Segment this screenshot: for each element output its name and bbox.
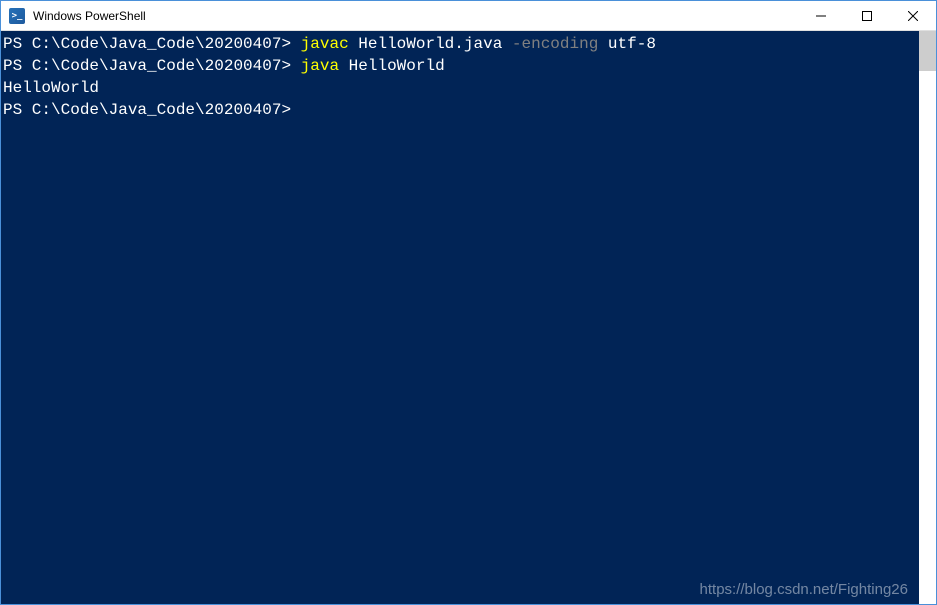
scrollbar[interactable]	[919, 31, 936, 604]
command-segment: HelloWorld.java	[358, 35, 512, 53]
maximize-button[interactable]	[844, 1, 890, 31]
window-controls	[798, 1, 936, 31]
prompt-text: PS C:\Code\Java_Code\20200407>	[3, 57, 301, 75]
command-segment: java	[301, 57, 349, 75]
command-segment: utf-8	[608, 35, 656, 53]
terminal-line: HelloWorld	[3, 77, 919, 99]
scrollbar-thumb[interactable]	[919, 31, 936, 71]
terminal-line: PS C:\Code\Java_Code\20200407>	[3, 99, 919, 121]
minimize-button[interactable]	[798, 1, 844, 31]
close-button[interactable]	[890, 1, 936, 31]
command-segment: -encoding	[512, 35, 608, 53]
prompt-text: PS C:\Code\Java_Code\20200407>	[3, 101, 301, 119]
close-icon	[908, 11, 918, 21]
terminal-line: PS C:\Code\Java_Code\20200407> javac Hel…	[3, 33, 919, 55]
output-text: HelloWorld	[3, 79, 99, 97]
terminal-container: PS C:\Code\Java_Code\20200407> javac Hel…	[1, 31, 936, 604]
minimize-icon	[816, 11, 826, 21]
command-segment: javac	[301, 35, 359, 53]
terminal-output[interactable]: PS C:\Code\Java_Code\20200407> javac Hel…	[1, 31, 919, 604]
terminal-line: PS C:\Code\Java_Code\20200407> java Hell…	[3, 55, 919, 77]
titlebar: >_ Windows PowerShell	[1, 1, 936, 31]
maximize-icon	[862, 11, 872, 21]
window-title: Windows PowerShell	[33, 9, 146, 23]
powershell-window: >_ Windows PowerShell PS C:\Code\Java_Co…	[0, 0, 937, 605]
powershell-icon: >_	[9, 8, 25, 24]
command-segment: HelloWorld	[349, 57, 445, 75]
prompt-text: PS C:\Code\Java_Code\20200407>	[3, 35, 301, 53]
titlebar-left: >_ Windows PowerShell	[1, 8, 146, 24]
